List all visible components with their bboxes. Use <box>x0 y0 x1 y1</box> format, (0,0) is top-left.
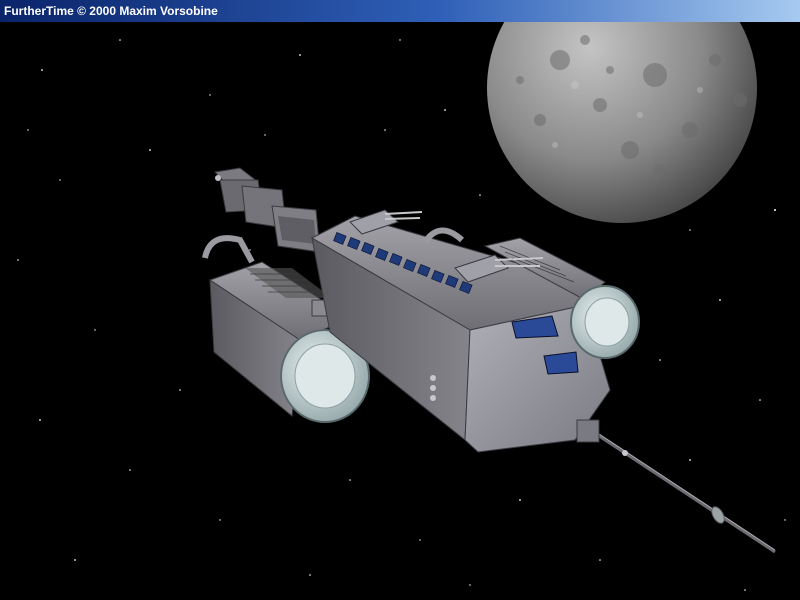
game-viewport[interactable] <box>0 22 800 600</box>
window-title: FurtherTime © 2000 Maxim Vorsobine <box>0 0 800 22</box>
main-hull <box>310 215 612 453</box>
moon <box>487 22 757 223</box>
game-window: FurtherTime © 2000 Maxim Vorsobine <box>0 0 800 600</box>
space-scene <box>17 22 786 591</box>
antenna <box>589 427 776 554</box>
